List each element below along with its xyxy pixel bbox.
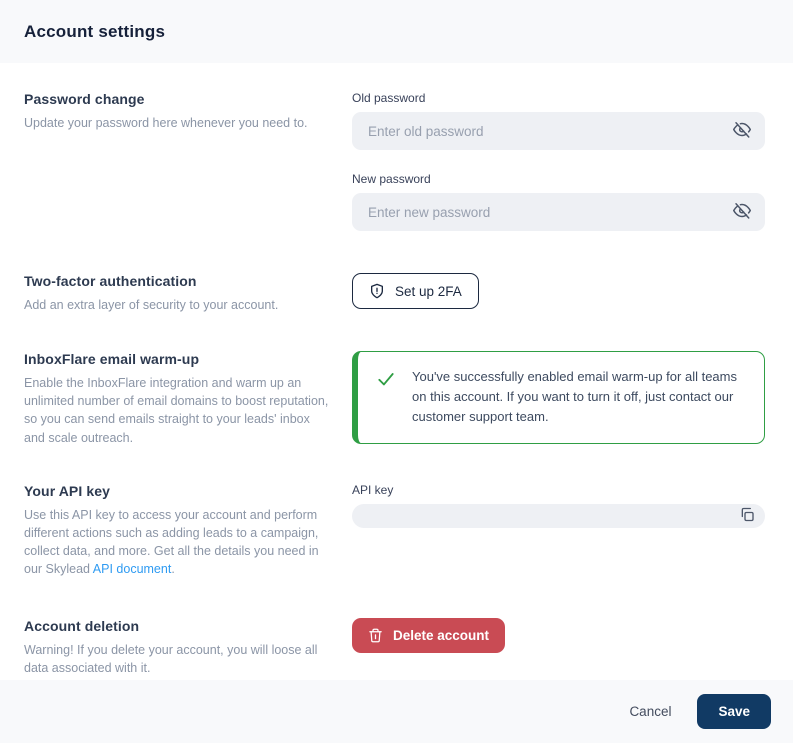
page-header: Account settings [0,0,793,63]
eye-off-icon [733,121,751,142]
api-key-section: Your API key Use this API key to access … [24,483,765,579]
warmup-success-alert: You've successfully enabled email warm-u… [352,351,765,443]
cancel-button[interactable]: Cancel [629,704,671,719]
account-settings-page: Account settings Password change Update … [0,0,793,743]
old-password-field-group: Old password [352,91,765,150]
two-factor-section: Two-factor authentication Add an extra l… [24,273,765,314]
save-button[interactable]: Save [697,694,771,729]
apikey-section-description: Use this API key to access your account … [24,506,334,579]
copy-icon [739,506,755,525]
warmup-section-description: Enable the InboxFlare integration and wa… [24,374,334,447]
password-section-description: Update your password here whenever you n… [24,114,334,132]
settings-content: Password change Update your password her… [0,63,793,680]
account-deletion-section: Account deletion Warning! If you delete … [24,618,765,677]
email-warmup-section: InboxFlare email warm-up Enable the Inbo… [24,351,765,447]
setup-2fa-label: Set up 2FA [395,284,462,299]
new-password-input[interactable] [352,193,765,231]
apikey-label: API key [352,483,765,497]
page-title: Account settings [24,22,165,42]
deletion-section-description: Warning! If you delete your account, you… [24,641,334,677]
new-password-field-group: New password [352,172,765,231]
warmup-section-title: InboxFlare email warm-up [24,351,334,367]
setup-2fa-button[interactable]: Set up 2FA [352,273,479,309]
apikey-field-group: API key [352,483,765,528]
delete-account-label: Delete account [393,628,489,643]
apikey-input[interactable] [352,504,765,528]
new-password-label: New password [352,172,765,186]
api-document-link[interactable]: API document [93,562,172,576]
old-password-input[interactable] [352,112,765,150]
deletion-section-title: Account deletion [24,618,334,634]
apikey-section-title: Your API key [24,483,334,499]
trash-icon [368,628,383,643]
twofa-section-title: Two-factor authentication [24,273,334,289]
shield-icon [369,283,385,299]
warmup-alert-text: You've successfully enabled email warm-u… [412,367,748,427]
check-icon [376,369,396,394]
old-password-visibility-toggle[interactable] [731,119,753,144]
delete-account-button[interactable]: Delete account [352,618,505,653]
twofa-section-description: Add an extra layer of security to your a… [24,296,334,314]
new-password-visibility-toggle[interactable] [731,200,753,225]
action-footer: Cancel Save [0,680,793,743]
copy-apikey-button[interactable] [739,506,755,525]
password-change-section: Password change Update your password her… [24,91,765,231]
password-section-title: Password change [24,91,334,107]
old-password-label: Old password [352,91,765,105]
eye-off-icon [733,202,751,223]
